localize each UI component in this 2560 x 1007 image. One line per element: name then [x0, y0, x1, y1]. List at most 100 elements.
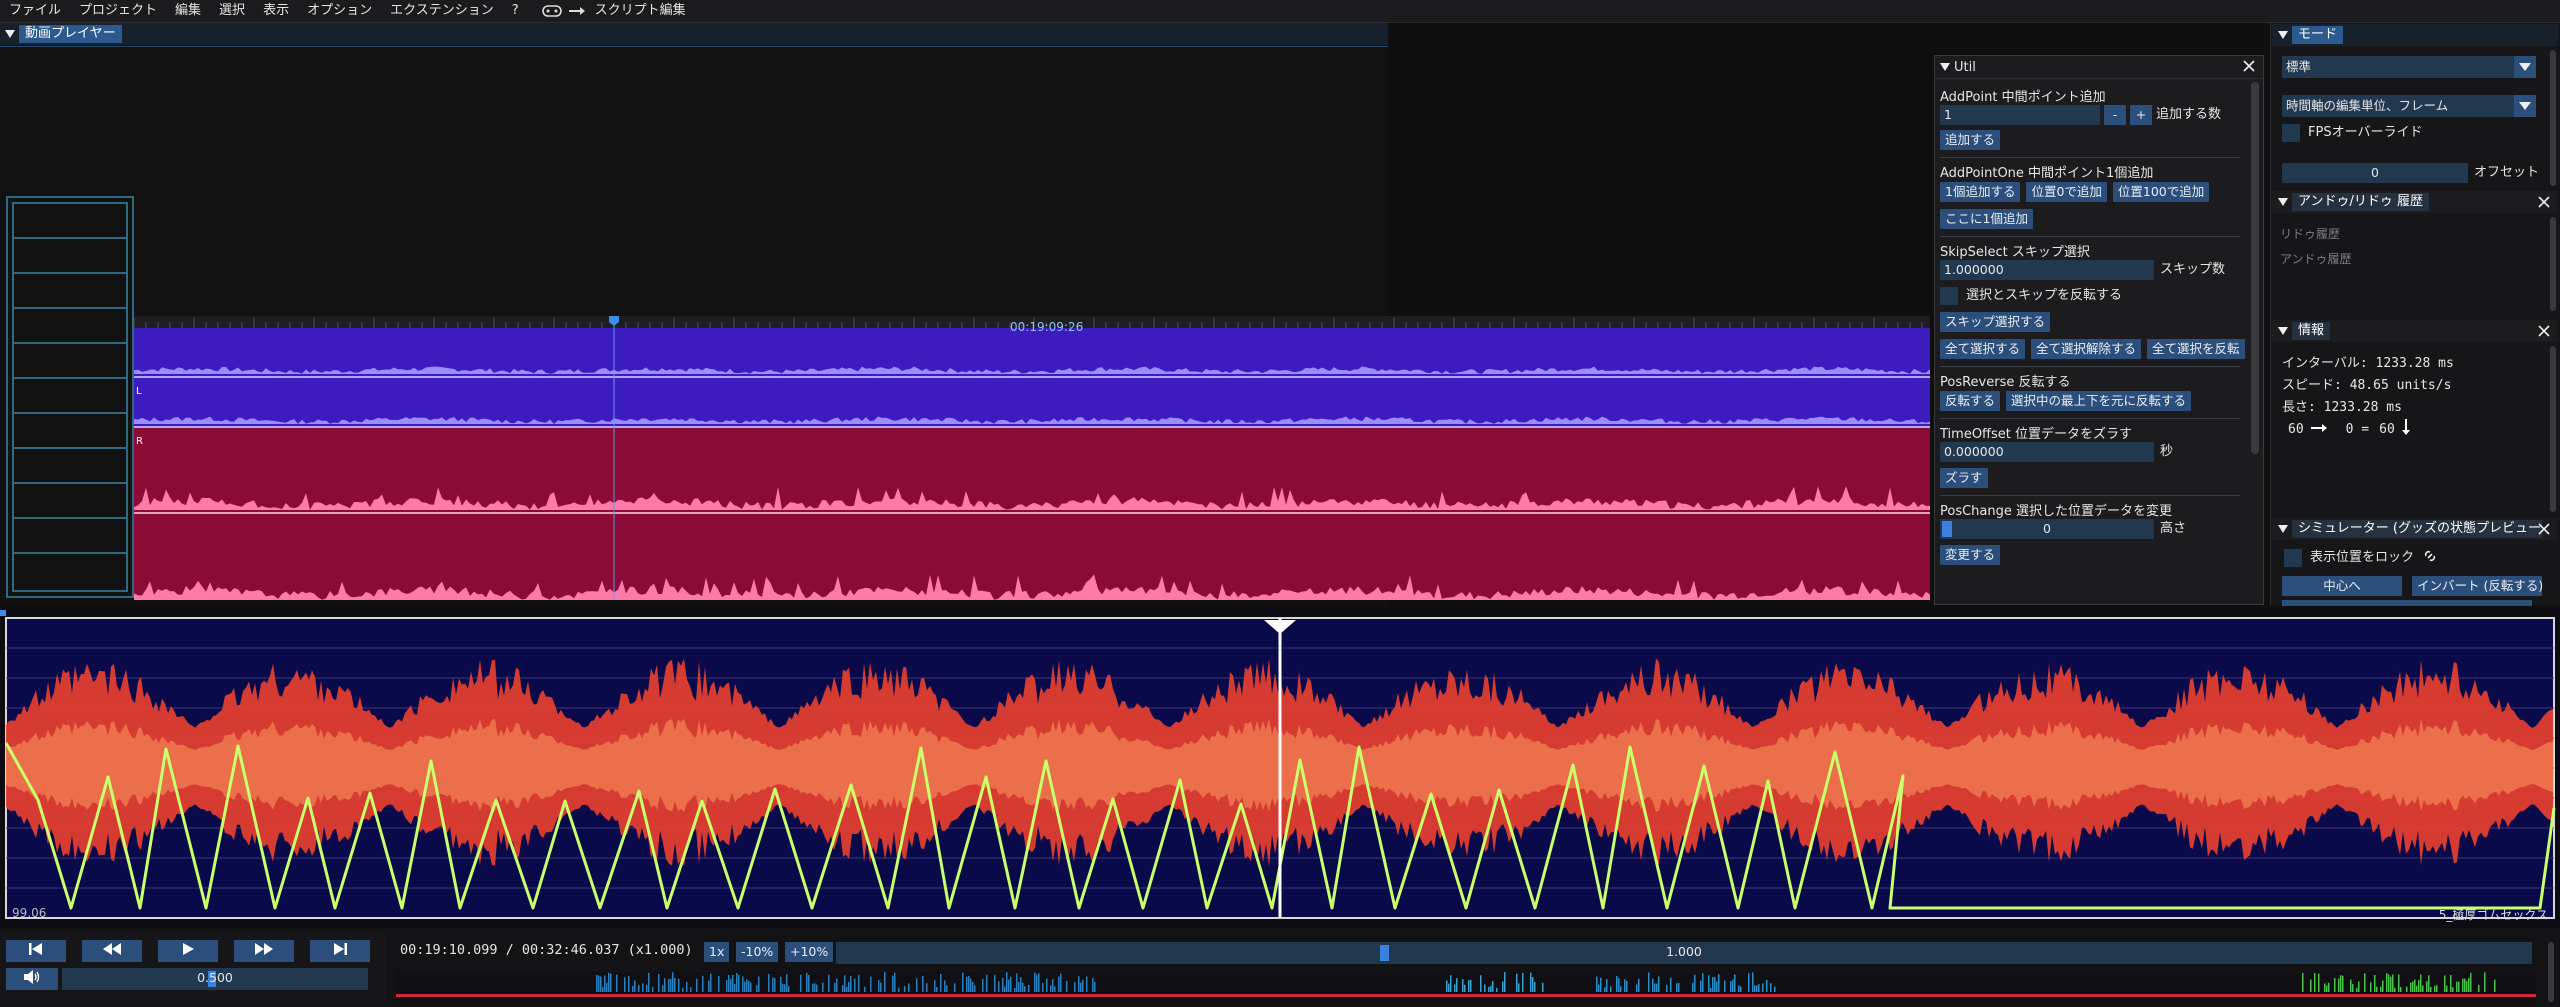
tab-video-player[interactable]: 動画プレイヤー [19, 25, 122, 43]
offset-input[interactable]: 0 [2282, 163, 2468, 183]
menu-script-edit[interactable]: スクリプト編集 [586, 0, 695, 22]
gamepad-icon[interactable] [541, 4, 562, 18]
collapse-icon[interactable] [1940, 60, 1950, 75]
playhead-timecode: 00:19:09:26 [1010, 320, 1084, 334]
arrow-right-icon [568, 6, 586, 16]
skip-forward-icon [332, 942, 348, 960]
simulator-title: シミュレーター (グッズの状態プレビュー) [2292, 520, 2542, 538]
mute-button[interactable] [6, 968, 58, 990]
skipselect-title: SkipSelect スキップ選択 [1940, 245, 2090, 260]
menu-extensions[interactable]: エクステンション [381, 0, 503, 22]
menu-project[interactable]: プロジェクト [70, 0, 166, 22]
script-timeline-view[interactable]: 99.06 5_極厚ゴムセックス [0, 608, 2560, 928]
pos-mid: 0 = [2345, 421, 2370, 437]
history-titlebar: アンドゥ/リドゥ 履歴 [2272, 191, 2558, 213]
fps-override-checkbox[interactable] [2282, 124, 2300, 142]
menu-help[interactable]: ? [503, 0, 528, 22]
fast-forward-icon [254, 942, 274, 960]
collapse-icon[interactable] [2278, 28, 2288, 43]
select-all-button[interactable]: 全て選択する [1940, 339, 2026, 359]
pos-to: 60 [2379, 421, 2395, 437]
reverse-button[interactable]: 反転する [1940, 391, 2001, 411]
util-scrollbar[interactable] [2251, 82, 2259, 454]
speed-down-button[interactable]: -10% [736, 942, 779, 962]
timeoffset-title: TimeOffset 位置データをズラす [1940, 427, 2133, 442]
volume-value: 0.500 [197, 970, 233, 985]
mode-select[interactable]: 標準 [2282, 56, 2536, 78]
menu-view[interactable]: 表示 [254, 0, 298, 22]
invert-skip-label: 選択とスキップを反転する [1966, 288, 2123, 303]
history-scrollbar[interactable] [2550, 217, 2556, 311]
skip-select-button[interactable]: スキップ選択する [1940, 312, 2051, 332]
addpoint-title: AddPoint 中間ポイント追加 [1940, 90, 2106, 105]
invert-skip-checkbox[interactable] [1940, 287, 1958, 305]
invert-selection-button[interactable]: 全て選択を反転 [2147, 339, 2245, 359]
link-icon [2422, 548, 2438, 568]
poschange-title: PosChange 選択した位置データを変更 [1940, 504, 2173, 519]
fast-forward-button[interactable] [234, 940, 294, 962]
addpoint-plus-button[interactable]: + [2130, 105, 2152, 125]
rewind-button[interactable] [82, 940, 142, 962]
shift-button[interactable]: ズラす [1940, 468, 1988, 488]
skip-back-icon [28, 942, 44, 960]
heatmap-timeline[interactable] [396, 972, 2536, 1002]
add-at-zero-button[interactable]: 位置0で追加 [2026, 182, 2107, 202]
mode-scrollbar[interactable] [2550, 50, 2556, 186]
add-at-hundred-button[interactable]: 位置100で追加 [2112, 182, 2210, 202]
menu-edit[interactable]: 編集 [166, 0, 210, 22]
deselect-all-button[interactable]: 全て選択解除する [2031, 339, 2142, 359]
mode-panel: モード 標準 時間軸の編集単位、フレーム FPSオーバーライド 0 オフセット [2272, 24, 2558, 188]
edit-unit-select[interactable]: 時間軸の編集単位、フレーム [2282, 95, 2536, 117]
close-icon[interactable] [2538, 523, 2550, 539]
undo-history-label: アンドゥ履歴 [2280, 252, 2352, 266]
invert-button[interactable]: インバート (反転する) [2412, 576, 2542, 596]
addpoint-minus-button[interactable]: - [2104, 105, 2126, 125]
change-button[interactable]: 変更する [1940, 545, 2001, 565]
time-offset-input[interactable]: 0.000000 [1940, 442, 2154, 462]
collapse-icon[interactable] [2278, 324, 2288, 339]
addpoint-input[interactable]: 1 [1940, 105, 2100, 125]
close-icon[interactable] [2538, 325, 2550, 341]
collapse-icon[interactable] [5, 27, 15, 42]
menu-select[interactable]: 選択 [210, 0, 254, 22]
collapse-icon[interactable] [2278, 522, 2288, 537]
playback-speed-slider[interactable]: 1.000 [836, 942, 2532, 964]
speaker-icon [23, 970, 41, 988]
play-button[interactable] [158, 940, 218, 962]
center-button[interactable]: 中心へ [2282, 576, 2402, 596]
playback-speed-value: 1.000 [1666, 944, 1702, 959]
pos-height-label: 高さ [2160, 521, 2187, 536]
mode-titlebar: モード [2272, 24, 2558, 46]
addpoint-add-button[interactable]: 追加する [1940, 130, 2001, 150]
close-icon[interactable] [2243, 60, 2255, 76]
collapse-icon[interactable] [2278, 195, 2288, 210]
addpoint-count-label: 追加する数 [2156, 107, 2222, 122]
speed-text: スピード: 48.65 units/s [2282, 378, 2452, 393]
speed-reset-button[interactable]: 1x [704, 942, 730, 962]
edit-unit-value: 時間軸の編集単位、フレーム [2286, 98, 2449, 113]
speed-up-button[interactable]: +10% [785, 942, 834, 962]
skip-back-button[interactable] [6, 940, 66, 962]
pos-height-slider[interactable]: 0 [1940, 519, 2154, 539]
volume-slider[interactable]: 0.500 [62, 968, 368, 990]
add-here-button[interactable]: ここに1個追加 [1940, 209, 2033, 229]
svg-text:R: R [136, 436, 143, 447]
skip-count-input[interactable]: 1.000000 [1940, 260, 2154, 280]
video-player-titlebar: 動画プレイヤー [0, 23, 1388, 45]
simulator-panel: シミュレーター (グッズの状態プレビュー) 表示位置をロック 中心へ インバート… [2272, 518, 2558, 606]
skip-forward-button[interactable] [310, 940, 370, 962]
menu-options[interactable]: オプション [298, 0, 381, 22]
add-one-button[interactable]: 1個追加する [1940, 182, 2021, 202]
play-icon [181, 942, 195, 960]
position-change-row: 60 0 = 60 [2288, 418, 2411, 440]
menu-file[interactable]: ファイル [0, 0, 70, 22]
svg-text:L: L [136, 386, 142, 397]
info-scrollbar[interactable] [2550, 346, 2556, 512]
info-title: 情報 [2292, 322, 2331, 340]
posreverse-title: PosReverse 反転する [1940, 375, 2071, 390]
scrollbar-right[interactable] [2548, 942, 2554, 1002]
reverse-selected-button[interactable]: 選択中の最上下を元に反転する [2006, 391, 2192, 411]
lock-position-checkbox[interactable] [2284, 549, 2302, 567]
audio-track-view[interactable]: L R 00:19:09:26 [134, 316, 1930, 600]
close-icon[interactable] [2538, 196, 2550, 212]
